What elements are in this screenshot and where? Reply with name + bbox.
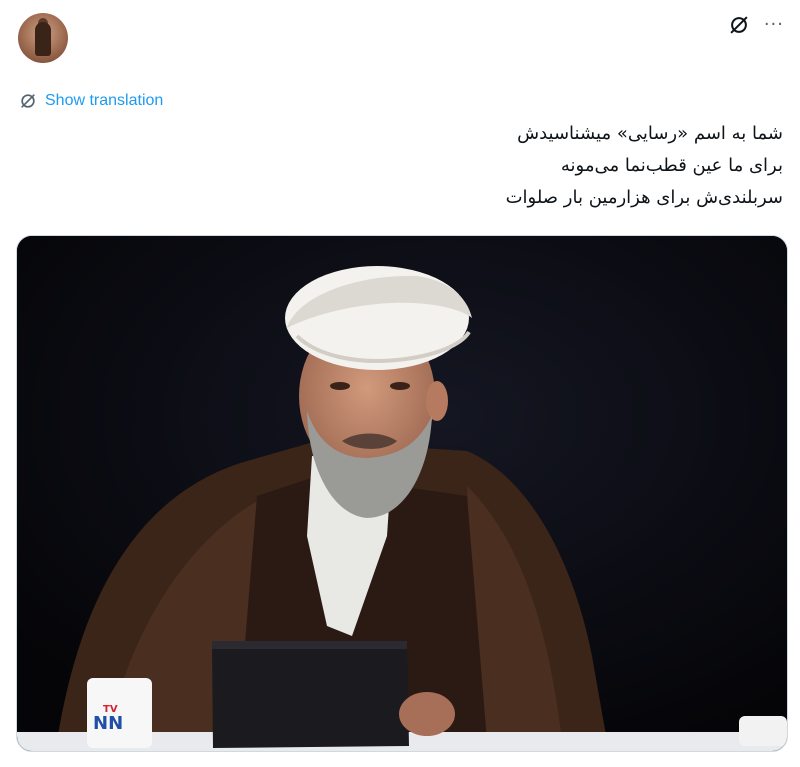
show-translation-label: Show translation [45, 92, 164, 109]
more-options-icon[interactable]: ··· [764, 14, 784, 36]
grok-icon[interactable] [728, 14, 750, 36]
tweet-line: شما به اسم «رسایی» میشناسیدش [517, 123, 783, 144]
cup-logo-main: NN [93, 713, 123, 734]
photo-illustration: TV NN [17, 236, 787, 751]
tweet-text: شما به اسم «رسایی» میشناسیدش برای ما عین… [183, 118, 783, 214]
show-translation-link[interactable]: Show translation [18, 91, 163, 111]
avatar[interactable] [18, 13, 68, 63]
tweet-line: برای ما عین قطب‌نما می‌مونه [560, 155, 783, 176]
tweet-media-photo[interactable]: TV NN [16, 235, 788, 752]
avatar-figure-body [35, 22, 51, 56]
translate-icon [21, 94, 35, 108]
tweet-line: سربلندی‌ش برای هزارمین بار صلوات [505, 187, 783, 208]
tweet-top-actions: ··· [728, 14, 784, 36]
